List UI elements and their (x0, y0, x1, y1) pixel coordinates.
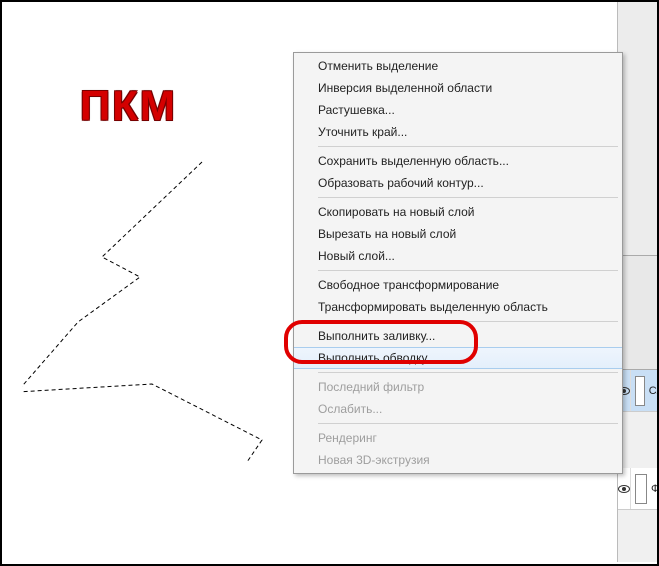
eye-icon (618, 485, 630, 493)
menu-item[interactable]: Инверсия выделенной области (294, 77, 622, 99)
menu-item[interactable]: Свободное трансформирование (294, 274, 622, 296)
layer-name: Слой 1 (649, 385, 657, 397)
menu-separator (318, 372, 618, 373)
right-panels: Слой 1 Фон (617, 2, 657, 562)
context-menu: Отменить выделениеИнверсия выделенной об… (293, 52, 623, 474)
layer-thumbnail (635, 376, 645, 406)
panel-top (618, 2, 657, 256)
layer-name: Фон (651, 483, 657, 495)
menu-item[interactable]: Трансформировать выделенную область (294, 296, 622, 318)
menu-item[interactable]: Отменить выделение (294, 55, 622, 77)
menu-separator (318, 197, 618, 198)
annotation-rmb-label: ПКМ (80, 82, 177, 130)
menu-item[interactable]: Растушевка... (294, 99, 622, 121)
menu-item: Ослабить... (294, 398, 622, 420)
menu-item[interactable]: Выполнить заливку... (294, 325, 622, 347)
layer-row[interactable]: Слой 1 (618, 370, 657, 412)
menu-item[interactable]: Сохранить выделенную область... (294, 150, 622, 172)
visibility-toggle[interactable] (618, 468, 631, 509)
menu-item[interactable]: Уточнить край... (294, 121, 622, 143)
menu-item: Последний фильтр (294, 376, 622, 398)
menu-separator (318, 146, 618, 147)
menu-item: Новая 3D-экструзия (294, 449, 622, 471)
app-frame: ПКМ Слой 1 Фон Отменить выделениеИнверси… (2, 2, 657, 564)
menu-item[interactable]: Скопировать на новый слой (294, 201, 622, 223)
layer-row[interactable]: Фон (618, 468, 657, 510)
layer-thumbnail (635, 474, 647, 504)
menu-item: Рендеринг (294, 427, 622, 449)
lasso-selection-path (22, 152, 312, 512)
menu-separator (318, 270, 618, 271)
menu-item[interactable]: Новый слой... (294, 245, 622, 267)
menu-item[interactable]: Вырезать на новый слой (294, 223, 622, 245)
menu-separator (318, 321, 618, 322)
menu-separator (318, 423, 618, 424)
panel-mid (618, 256, 657, 370)
menu-item[interactable]: Выполнить обводку... (294, 347, 622, 369)
menu-item[interactable]: Образовать рабочий контур... (294, 172, 622, 194)
